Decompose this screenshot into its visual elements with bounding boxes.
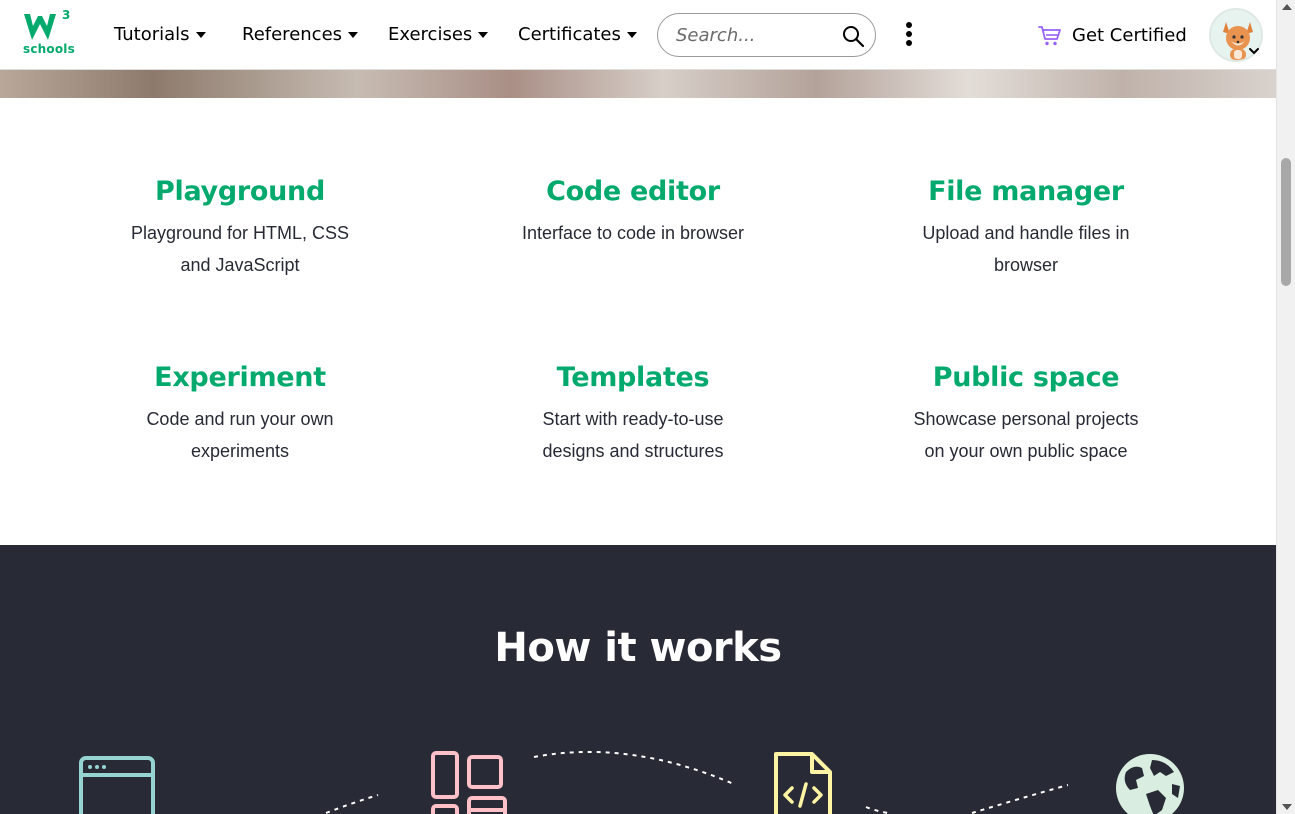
nav-references[interactable]: References <box>242 24 359 45</box>
feature-description-line: on your own public space <box>924 441 1128 461</box>
caret-down-icon <box>195 31 206 38</box>
feature-public-space: Public space Showcase personal projects … <box>861 362 1191 467</box>
feature-description-line: Start with ready-to-use <box>542 409 724 429</box>
feature-title: File manager <box>928 176 1124 207</box>
feature-description-line: designs and structures <box>542 441 724 461</box>
code-file-icon <box>774 752 832 814</box>
feature-description-line: and JavaScript <box>180 255 300 275</box>
connector-dashes <box>325 794 379 814</box>
feature-playground: Playground Playground for HTML, CSS and … <box>75 176 405 281</box>
scroll-down-arrow-icon[interactable] <box>1282 804 1292 810</box>
search-input[interactable] <box>676 23 836 47</box>
globe-icon <box>1116 754 1184 814</box>
feature-description-line: Code and run your own <box>146 409 334 429</box>
scrollbar-thumb[interactable] <box>1281 158 1291 286</box>
caret-down-icon <box>348 31 359 38</box>
feature-title: Playground <box>155 176 325 207</box>
scroll-up-arrow-icon[interactable] <box>1282 4 1292 10</box>
nav-references-label: References <box>242 24 343 45</box>
feature-code-editor: Code editor Interface to code in browser <box>468 176 798 249</box>
feature-description-line: Upload and handle files in <box>922 223 1130 243</box>
feature-title: Code editor <box>546 176 720 207</box>
nav-certificates[interactable]: Certificates <box>518 24 637 45</box>
search-box <box>657 13 876 57</box>
top-navbar: 3 schools Tutorials References Exercises… <box>0 0 1276 70</box>
nav-exercises[interactable]: Exercises <box>388 24 489 45</box>
page-viewport: 3 schools Tutorials References Exercises… <box>0 0 1276 814</box>
feature-title: Templates <box>556 362 710 393</box>
features-section: Playground Playground for HTML, CSS and … <box>0 98 1276 545</box>
logo-text: schools <box>23 42 75 56</box>
get-certified-link[interactable]: Get Certified <box>1072 25 1187 46</box>
feature-templates: Templates Start with ready-to-use design… <box>468 362 798 467</box>
caret-down-icon <box>626 31 637 38</box>
cart-icon[interactable] <box>1038 25 1062 47</box>
nav-tutorials-label: Tutorials <box>114 24 190 45</box>
feature-description-line: Interface to code in browser <box>521 223 745 243</box>
nav-tutorials[interactable]: Tutorials <box>114 24 206 45</box>
caret-down-icon <box>478 31 489 38</box>
connector-dashes <box>865 806 889 814</box>
nav-exercises-label: Exercises <box>388 24 473 45</box>
feature-description-line: Showcase personal projects <box>913 409 1139 429</box>
section-heading: How it works <box>494 625 782 671</box>
hero-image <box>0 70 1276 98</box>
chevron-down-icon[interactable] <box>1248 46 1260 56</box>
feature-title: Public space <box>932 362 1120 393</box>
layout-grid-icon <box>431 751 507 814</box>
connector-dashes <box>971 784 1069 814</box>
feature-file-manager: File manager Upload and handle files in … <box>861 176 1191 281</box>
logo-superscript: 3 <box>62 8 71 22</box>
nav-certificates-label: Certificates <box>518 24 621 45</box>
more-options-icon[interactable] <box>902 22 916 50</box>
vertical-scrollbar[interactable] <box>1276 0 1295 814</box>
search-icon[interactable] <box>841 24 865 48</box>
feature-description-line: browser <box>993 255 1059 275</box>
feature-description-line: experiments <box>190 441 290 461</box>
feature-title: Experiment <box>154 362 326 393</box>
how-it-works-section: How it works <box>0 545 1276 814</box>
feature-experiment: Experiment Code and run your own experim… <box>75 362 405 467</box>
connector-dashes <box>533 750 737 786</box>
feature-description-line: Playground for HTML, CSS <box>130 223 350 243</box>
browser-window-icon <box>79 756 155 814</box>
